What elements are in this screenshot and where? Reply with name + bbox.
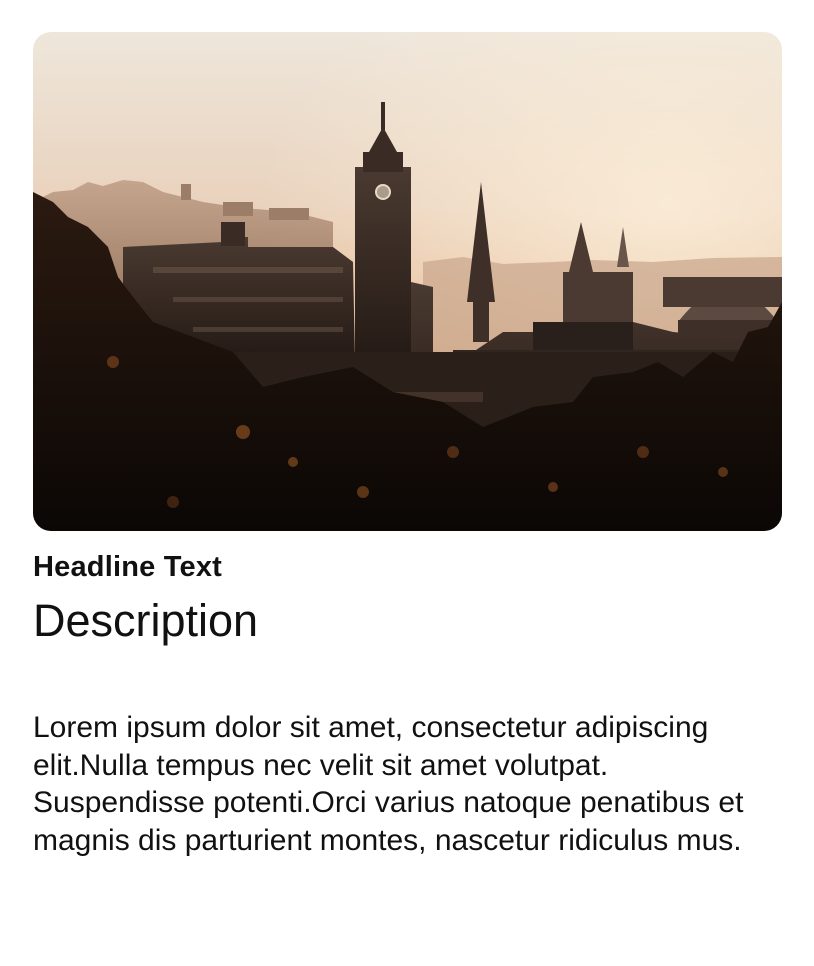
description-title: Description [33,595,259,646]
content-card: Headline Text Description Lorem ipsum do… [33,32,782,859]
city-photo [33,32,782,531]
body-paragraph: Lorem ipsum dolor sit amet, consectetur … [33,711,744,857]
headline-text: Headline Text [33,551,223,583]
